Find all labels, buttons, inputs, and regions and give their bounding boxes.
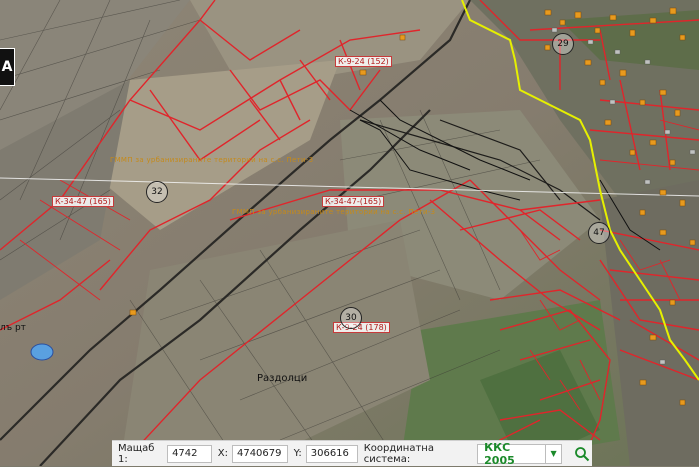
place-label-razdoltsi: Раздолци — [257, 373, 308, 384]
sheet-number-29: 29 — [552, 33, 574, 55]
scale-label: Мащаб 1: — [118, 442, 155, 465]
y-coordinate-field: 306616 — [305, 444, 358, 463]
logo-glyph: A — [1, 59, 13, 75]
map-status-bar: Мащаб 1: 4742 X: 4740679 Y: 306616 Коорд… — [112, 440, 592, 467]
parcel-label-k-34-47-left: К-34-47 (165) — [52, 196, 114, 207]
place-label-edge: лъ рт — [0, 323, 26, 333]
crs-label: Координатна система: — [363, 442, 434, 465]
crs-dropdown-icon[interactable]: ▼ — [546, 443, 562, 464]
gmmp-label-1: ГММП за урбанизираните територии на с.с.… — [110, 156, 314, 164]
x-coordinate-field: 4740679 — [231, 444, 288, 463]
corner-logo[interactable]: A — [0, 48, 15, 86]
scale-input[interactable]: 4742 — [167, 444, 212, 463]
crs-select[interactable]: ККС 2005 — [477, 441, 547, 467]
sheet-number-30: 30 — [340, 307, 362, 329]
search-icon[interactable] — [572, 445, 592, 463]
y-label: Y: — [293, 448, 302, 459]
sheet-number-32: 32 — [146, 181, 168, 203]
sheet-number-47: 47 — [588, 222, 610, 244]
x-label: X: — [217, 448, 228, 459]
gmmp-label-2: ГММП за урбанизираните територии на с.с.… — [232, 208, 436, 216]
parcel-label-k-9-24-152: К-9-24 (152) — [335, 56, 392, 67]
parcel-label-k-34-47-mid: К-34-47-(165) — [322, 196, 385, 207]
